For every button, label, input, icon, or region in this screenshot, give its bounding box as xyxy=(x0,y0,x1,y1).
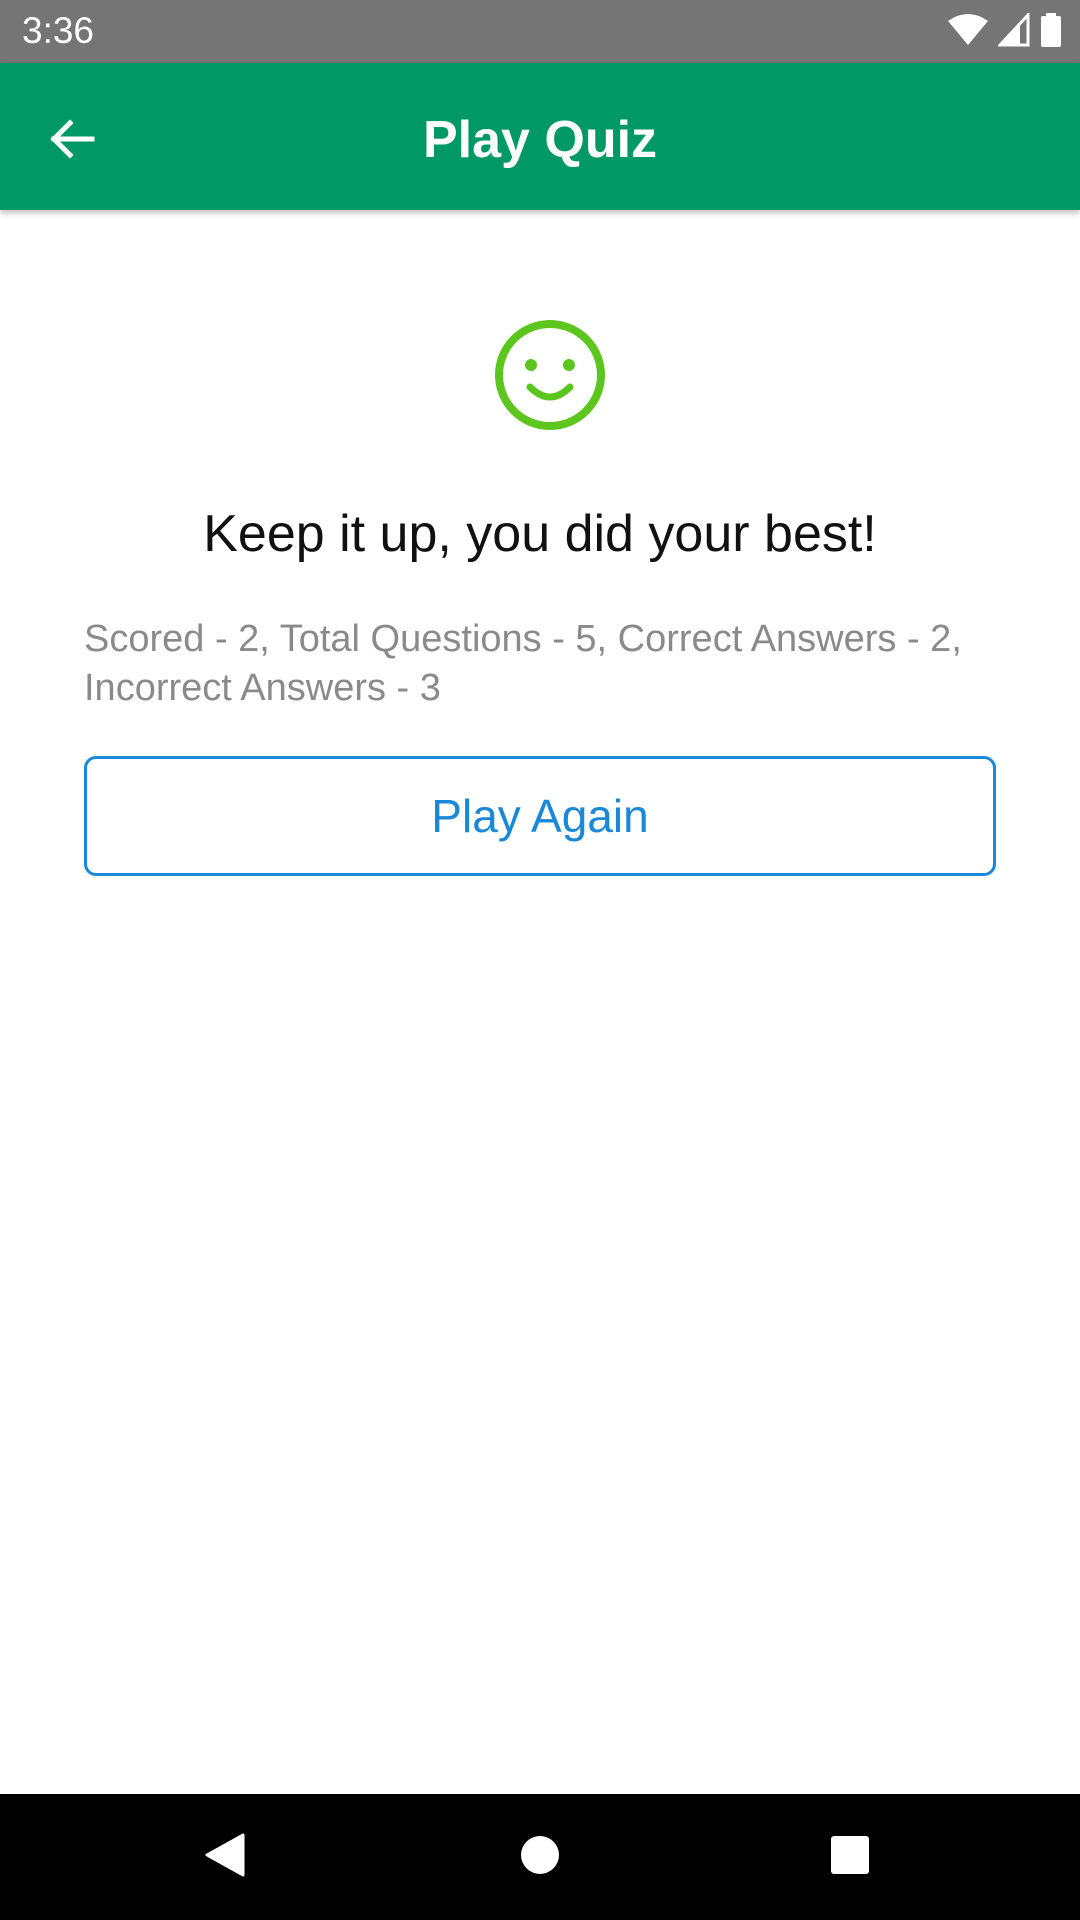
signal-icon xyxy=(996,10,1030,52)
nav-home-button[interactable] xyxy=(510,1827,570,1887)
nav-back-button[interactable] xyxy=(195,1827,255,1887)
score-summary: Scored - 2, Total Questions - 5, Correct… xyxy=(84,618,962,709)
home-circle-icon xyxy=(518,1833,562,1882)
status-bar: 3:36 xyxy=(0,0,1080,63)
result-title: Keep it up, you did your best! xyxy=(203,505,877,563)
app-toolbar: Play Quiz xyxy=(0,63,1080,210)
page-title: Play Quiz xyxy=(422,111,658,169)
status-icons xyxy=(948,10,1062,52)
smiley-face-icon xyxy=(494,319,606,431)
wifi-icon xyxy=(948,13,988,52)
battery-icon xyxy=(1040,12,1062,52)
status-time: 3:36 xyxy=(22,10,95,51)
system-nav-bar xyxy=(0,1794,1080,1920)
recents-square-icon xyxy=(829,1834,871,1881)
back-triangle-icon xyxy=(203,1831,247,1884)
play-again-button[interactable]: Play Again xyxy=(84,756,996,876)
quiz-result-screen: 3:36 Play Quiz Keep it up, you did your … xyxy=(0,0,1080,1920)
nav-recents-button[interactable] xyxy=(820,1827,880,1887)
